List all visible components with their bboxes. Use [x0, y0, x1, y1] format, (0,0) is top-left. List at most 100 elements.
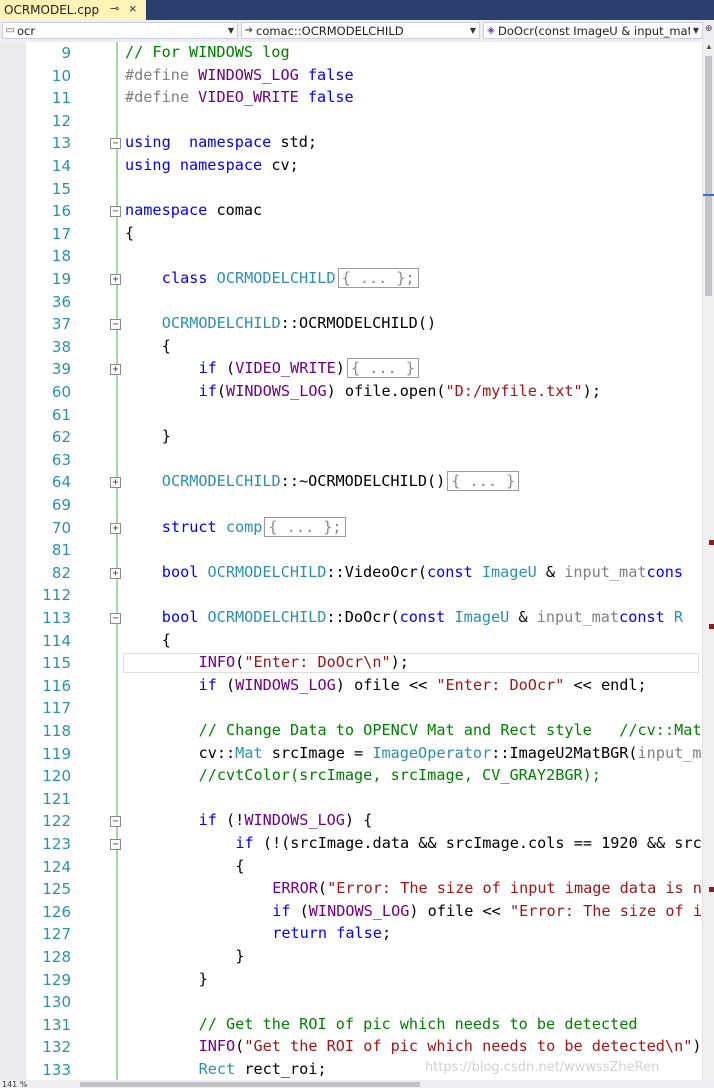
code-line[interactable]: 124 { — [0, 856, 702, 879]
code-line[interactable]: 13 − using namespace std; — [0, 132, 702, 155]
collapse-region-icon[interactable]: − — [110, 138, 121, 150]
chevron-down-icon[interactable]: ▼ — [467, 26, 479, 35]
code-line[interactable]: 60 if(WINDOWS_LOG) ofile.open("D:/myfile.… — [0, 381, 702, 404]
close-icon[interactable]: × — [129, 1, 137, 16]
code-line[interactable]: 118 // Change Data to OPENCV Mat and Rect… — [0, 720, 702, 743]
expand-region-icon[interactable]: + — [110, 477, 121, 489]
collapse-region-icon[interactable]: − — [110, 206, 121, 218]
code-line[interactable]: 18 — [0, 245, 702, 268]
code-line[interactable]: 81 — [0, 539, 702, 562]
expand-region-icon[interactable]: + — [110, 364, 121, 376]
code-line[interactable]: 70 + struct comp{ ... }; — [0, 516, 702, 540]
expand-region-icon[interactable]: + — [110, 567, 121, 579]
code-line[interactable]: 120 //cvtColor(srcImage, srcImage, CV_GRA… — [0, 765, 702, 788]
code-token: struct — [161, 517, 217, 536]
collapse-region-icon[interactable]: − — [110, 319, 121, 331]
collapse-region-icon[interactable]: − — [110, 839, 121, 850]
code-token: OCRMODELCHILD — [216, 269, 336, 287]
code-line[interactable]: 69 — [0, 494, 702, 517]
collapsed-region[interactable]: { ... } — [346, 358, 419, 379]
expand-region-icon[interactable]: + — [110, 274, 121, 285]
code-line[interactable]: 39 + if (VIDEO_WRITE){ ... } — [0, 358, 702, 381]
collapsed-region[interactable]: { ... }; — [264, 516, 346, 537]
document-tab[interactable]: OCRMODEL.cpp ⊸ × — [0, 0, 146, 20]
caret-position-marker — [703, 194, 714, 196]
code-line[interactable]: 82 + bool OCRMODELCHILD::VideoOcr(const Im… — [0, 562, 702, 585]
code-line[interactable]: 62} — [0, 426, 702, 449]
code-text: class OCRMODELCHILD{ ... }; — [162, 268, 419, 288]
code-line[interactable]: 15 — [0, 178, 702, 201]
code-line[interactable]: 114 { — [0, 630, 702, 653]
vertical-scroll-thumb[interactable] — [705, 56, 712, 296]
error-marker[interactable] — [709, 624, 714, 629]
code-token: bool — [161, 562, 199, 581]
line-number: 112 — [42, 586, 71, 605]
expand-region-icon[interactable]: + — [110, 522, 121, 534]
scope-dropdown[interactable]: ▭ ocr ▼ — [2, 22, 238, 39]
line-number: 124 — [42, 857, 71, 876]
line-number: 69 — [51, 496, 71, 514]
code-token: comp — [225, 517, 263, 536]
code-token: { — [161, 630, 171, 649]
code-line[interactable]: 14 using namespace cv; — [0, 155, 702, 178]
function-dropdown[interactable]: ◈ DoOcr(const ImageU & input_mat, ▼ — [483, 22, 703, 39]
chevron-down-icon[interactable]: ▼ — [690, 26, 702, 35]
error-marker[interactable] — [709, 887, 714, 892]
code-line[interactable]: 119 cv::Mat srcImage = ImageOperator::Ima… — [0, 743, 702, 766]
code-line[interactable]: 115 INFO("Enter: DoOcr\n"); — [0, 652, 702, 675]
code-token: ( — [216, 382, 227, 400]
code-line[interactable]: 9 // For WINDOWS log — [0, 42, 702, 65]
code-line[interactable]: 126 if (WINDOWS_LOG) ofile << "Error: The… — [0, 901, 702, 924]
code-line[interactable]: 19 + class OCRMODELCHILD{ ... }; — [0, 268, 702, 291]
code-token: ( — [317, 879, 328, 898]
code-line[interactable]: 117 — [0, 697, 702, 720]
code-line[interactable]: 36 — [0, 291, 702, 314]
code-line[interactable]: 64 + OCRMODELCHILD::~OCRMODELCHILD(){ ... … — [0, 471, 702, 494]
code-line[interactable]: 127 return false; — [0, 923, 702, 946]
code-line[interactable]: 121 — [0, 788, 702, 811]
code-editor[interactable]: 9 // For WINDOWS log 10 #define WINDOWS_LOG… — [0, 42, 702, 1080]
split-window-icon[interactable]: ⊕ — [705, 23, 713, 39]
chevron-down-icon[interactable]: ▼ — [225, 26, 237, 35]
horizontal-scrollbar[interactable]: 141 % — [0, 1080, 714, 1089]
code-token: << — [408, 675, 437, 694]
code-line[interactable]: 122 − if (!WINDOWS_LOG) { — [0, 810, 702, 833]
line-number: 10 — [51, 66, 71, 85]
pin-icon[interactable]: ⊸ — [110, 2, 119, 15]
scroll-up-icon[interactable]: ▲ — [703, 42, 714, 54]
code-line[interactable]: 128} — [0, 946, 702, 969]
code-line[interactable]: 61 — [0, 404, 702, 427]
collapse-region-icon[interactable]: − — [110, 613, 121, 624]
vertical-scrollbar[interactable]: ▲ — [702, 42, 714, 1080]
collapsed-region[interactable]: { ... } — [447, 471, 520, 492]
code-line[interactable]: 63 — [0, 449, 702, 472]
code-text: OCRMODELCHILD::OCRMODELCHILD() — [162, 314, 436, 332]
code-line[interactable]: 38 { — [0, 336, 702, 359]
code-line[interactable]: 123 − if (!(srcImage.data && srcImage.cols… — [0, 833, 702, 856]
code-line[interactable]: 125 ERROR("Error: The size of input image… — [0, 878, 702, 901]
class-dropdown[interactable]: ➔ comac::OCRMODELCHILD ▼ — [241, 22, 480, 39]
code-text: #define VIDEO_WRITE false — [125, 88, 354, 106]
code-line[interactable]: 17 { — [0, 223, 702, 246]
code-line[interactable]: 10 #define WINDOWS_LOG false — [0, 65, 702, 88]
code-line[interactable]: 130 — [0, 991, 702, 1014]
code-line[interactable]: 116 if (WINDOWS_LOG) ofile << "Enter: DoO… — [0, 675, 702, 698]
code-line[interactable]: 16 − namespace comac — [0, 200, 702, 223]
collapsed-region[interactable]: { ... }; — [337, 268, 419, 288]
horizontal-scroll-thumb[interactable] — [80, 1082, 420, 1087]
error-marker[interactable] — [709, 540, 714, 545]
code-line[interactable]: 37 − OCRMODELCHILD::OCRMODELCHILD() — [0, 313, 702, 336]
line-number: 15 — [51, 179, 71, 198]
collapse-region-icon[interactable]: − — [110, 816, 121, 828]
code-line[interactable]: 113− bool OCRMODELCHILD::DoOcr(const Imag… — [0, 607, 702, 630]
code-line[interactable]: 131 // Get the ROI of pic which needs to … — [0, 1014, 702, 1037]
code-token: INFO — [198, 1037, 236, 1056]
code-line[interactable]: 12 — [0, 110, 702, 133]
arrow-right-icon: ➔ — [244, 25, 254, 36]
code-token: false — [307, 65, 354, 84]
code-line[interactable]: 129} — [0, 969, 702, 992]
code-line[interactable]: 11 #define VIDEO_WRITE false — [0, 87, 702, 110]
code-line[interactable]: 112 — [0, 584, 702, 607]
code-line[interactable]: 132 INFO("Get the ROI of pic which needs … — [0, 1036, 702, 1059]
code-token: ::DoOcr( — [326, 608, 400, 626]
